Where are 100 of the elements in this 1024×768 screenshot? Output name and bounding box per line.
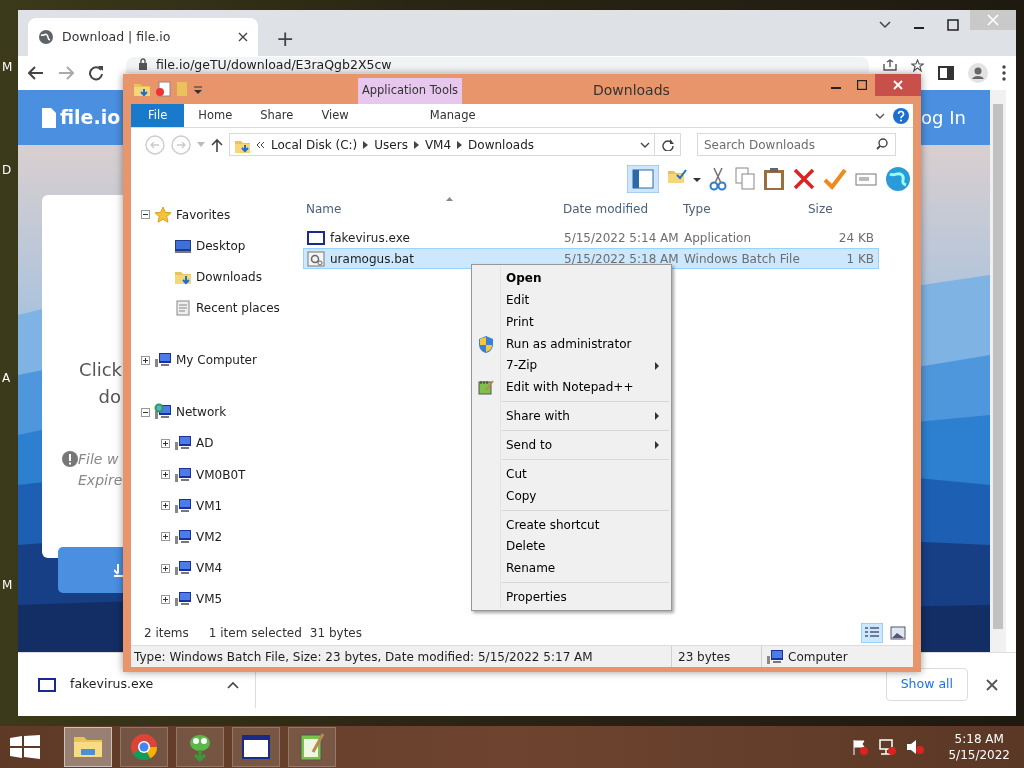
share-icon[interactable] xyxy=(883,59,897,71)
menu-item[interactable]: Copy xyxy=(474,484,669,507)
breadcrumb-item[interactable]: Local Disk (C:) xyxy=(271,135,358,154)
checkmark-icon[interactable] xyxy=(823,167,847,190)
search-icon[interactable] xyxy=(876,138,888,150)
scissors-icon[interactable] xyxy=(709,166,727,191)
dropdown-icon[interactable] xyxy=(640,141,650,148)
expand-icon[interactable] xyxy=(161,563,170,573)
help-icon[interactable] xyxy=(893,107,909,124)
back-icon[interactable] xyxy=(28,66,44,80)
menu-icon[interactable] xyxy=(1002,65,1006,81)
breadcrumb-item[interactable]: Downloads xyxy=(468,135,534,154)
network-icon[interactable] xyxy=(878,739,897,755)
start-icon[interactable] xyxy=(10,735,40,759)
tree-item[interactable]: AD xyxy=(196,434,214,453)
menu-item[interactable]: 7-Zip xyxy=(474,354,669,377)
profile-icon[interactable] xyxy=(968,63,988,83)
refresh-button[interactable] xyxy=(655,133,681,156)
sidebar-icon[interactable] xyxy=(938,66,954,80)
expand-icon[interactable] xyxy=(161,594,170,604)
close-icon[interactable] xyxy=(238,32,248,42)
details-view-button[interactable] xyxy=(861,622,883,643)
menu-item[interactable]: Open xyxy=(474,267,669,289)
tree-item[interactable]: VM4 xyxy=(196,559,223,578)
flag-icon[interactable] xyxy=(852,739,869,755)
tree-item[interactable]: My Computer xyxy=(176,351,257,370)
menu-item[interactable]: Delete xyxy=(474,535,669,558)
menu-item[interactable]: Send to xyxy=(474,434,669,456)
column-header[interactable]: Name xyxy=(306,200,342,218)
separator-arrow-icon[interactable] xyxy=(413,140,419,149)
globe-icon[interactable] xyxy=(885,165,911,192)
ribbon-tab[interactable]: Share xyxy=(246,104,308,127)
column-header[interactable]: Date modified xyxy=(563,202,649,216)
expand-icon[interactable] xyxy=(161,532,170,542)
tree-item[interactable]: VM1 xyxy=(196,496,223,515)
browser-tab[interactable]: Download | file.io xyxy=(28,18,258,56)
tree-item[interactable]: Downloads xyxy=(196,267,262,286)
expand-icon[interactable] xyxy=(161,501,170,511)
chevron-down-icon[interactable] xyxy=(875,112,885,119)
menu-item[interactable]: Edit xyxy=(474,288,669,311)
new-tab-button[interactable]: + xyxy=(272,28,299,50)
expand-icon[interactable] xyxy=(161,470,170,480)
expand-icon[interactable] xyxy=(141,355,150,365)
clipboard-icon[interactable] xyxy=(763,166,785,191)
clock-time[interactable]: 5:18 AM xyxy=(954,731,1004,747)
menu-item[interactable]: Create shortcut xyxy=(474,513,669,536)
caret-icon[interactable] xyxy=(193,84,203,94)
separator-arrow-icon[interactable] xyxy=(363,140,369,149)
file-row[interactable]: uramogus.bat 5/15/2022 5:18 AM Windows Batch File 1 KB xyxy=(303,248,879,269)
menu-item[interactable]: Edit with Notepad++ xyxy=(474,376,669,399)
file-row[interactable]: fakevirus.exe 5/15/2022 5:14 AM Application 24 KB xyxy=(303,227,879,248)
menu-item[interactable]: Share with xyxy=(474,405,669,428)
clock-date[interactable]: 5/15/2022 xyxy=(948,747,1010,763)
tree-item[interactable]: Favorites xyxy=(176,205,231,224)
collapse-icon[interactable] xyxy=(141,210,150,219)
tree-item[interactable]: Recent places xyxy=(196,298,280,317)
star-icon[interactable] xyxy=(911,59,924,72)
ribbon-tab[interactable]: View xyxy=(307,104,363,127)
desktop-icon-label[interactable]: M xyxy=(2,578,13,592)
scrollbar[interactable] xyxy=(990,90,1006,652)
up-arrow-icon[interactable] xyxy=(211,137,223,152)
preview-pane-icon[interactable] xyxy=(627,164,659,193)
tree-item[interactable]: VM2 xyxy=(196,527,223,546)
tree-item[interactable]: Desktop xyxy=(196,236,246,255)
menu-item[interactable]: Rename xyxy=(474,557,669,580)
file-type: Application xyxy=(684,229,753,247)
maximize-icon[interactable] xyxy=(947,19,959,31)
properties-icon[interactable] xyxy=(155,80,171,98)
address-bar[interactable]: Local Disk (C:) Users VM4 Downloads xyxy=(229,133,655,156)
collapse-icon[interactable] xyxy=(141,407,150,417)
chevron-down-icon[interactable] xyxy=(879,21,891,29)
tree-item[interactable]: VM5 xyxy=(196,590,223,609)
ribbon-tab[interactable]: File xyxy=(131,104,185,127)
address-field[interactable]: file.io/geTU/download/E3raQgb2X5cw xyxy=(126,57,869,73)
column-header[interactable]: Size xyxy=(808,202,833,216)
menu-item[interactable]: Run as administrator xyxy=(474,332,669,355)
menu-item[interactable]: Cut xyxy=(474,462,669,485)
reload-icon[interactable] xyxy=(88,65,104,81)
download-filename[interactable]: fakevirus.exe xyxy=(70,675,213,694)
chevron-up-icon[interactable] xyxy=(227,680,239,689)
menu-item[interactable]: Properties xyxy=(474,586,669,608)
tree-item[interactable]: Network xyxy=(176,403,227,422)
menu-item[interactable]: Print xyxy=(474,310,669,333)
separator-arrow-icon[interactable] xyxy=(457,140,463,149)
close-icon[interactable] xyxy=(986,678,998,691)
tree-item[interactable]: VM0B0T xyxy=(196,465,246,484)
ribbon-tab[interactable]: Manage xyxy=(400,104,505,127)
desktop-icon-label[interactable]: D xyxy=(2,163,12,177)
desktop-icon-label[interactable]: A xyxy=(2,371,11,385)
column-header[interactable]: Type xyxy=(683,202,711,216)
speaker-icon[interactable] xyxy=(906,739,925,755)
show-all-button[interactable]: Show all xyxy=(885,668,968,701)
ribbon-tab[interactable]: Home xyxy=(184,104,247,127)
delete-icon[interactable] xyxy=(793,167,815,190)
search-field[interactable]: Search Downloads xyxy=(697,133,896,156)
breadcrumb-item[interactable]: Users xyxy=(374,135,408,154)
expand-icon[interactable] xyxy=(161,438,170,448)
breadcrumb-item[interactable]: VM4 xyxy=(424,135,452,154)
maximize-icon[interactable] xyxy=(857,80,867,90)
desktop-icon-label[interactable]: M xyxy=(2,60,13,74)
